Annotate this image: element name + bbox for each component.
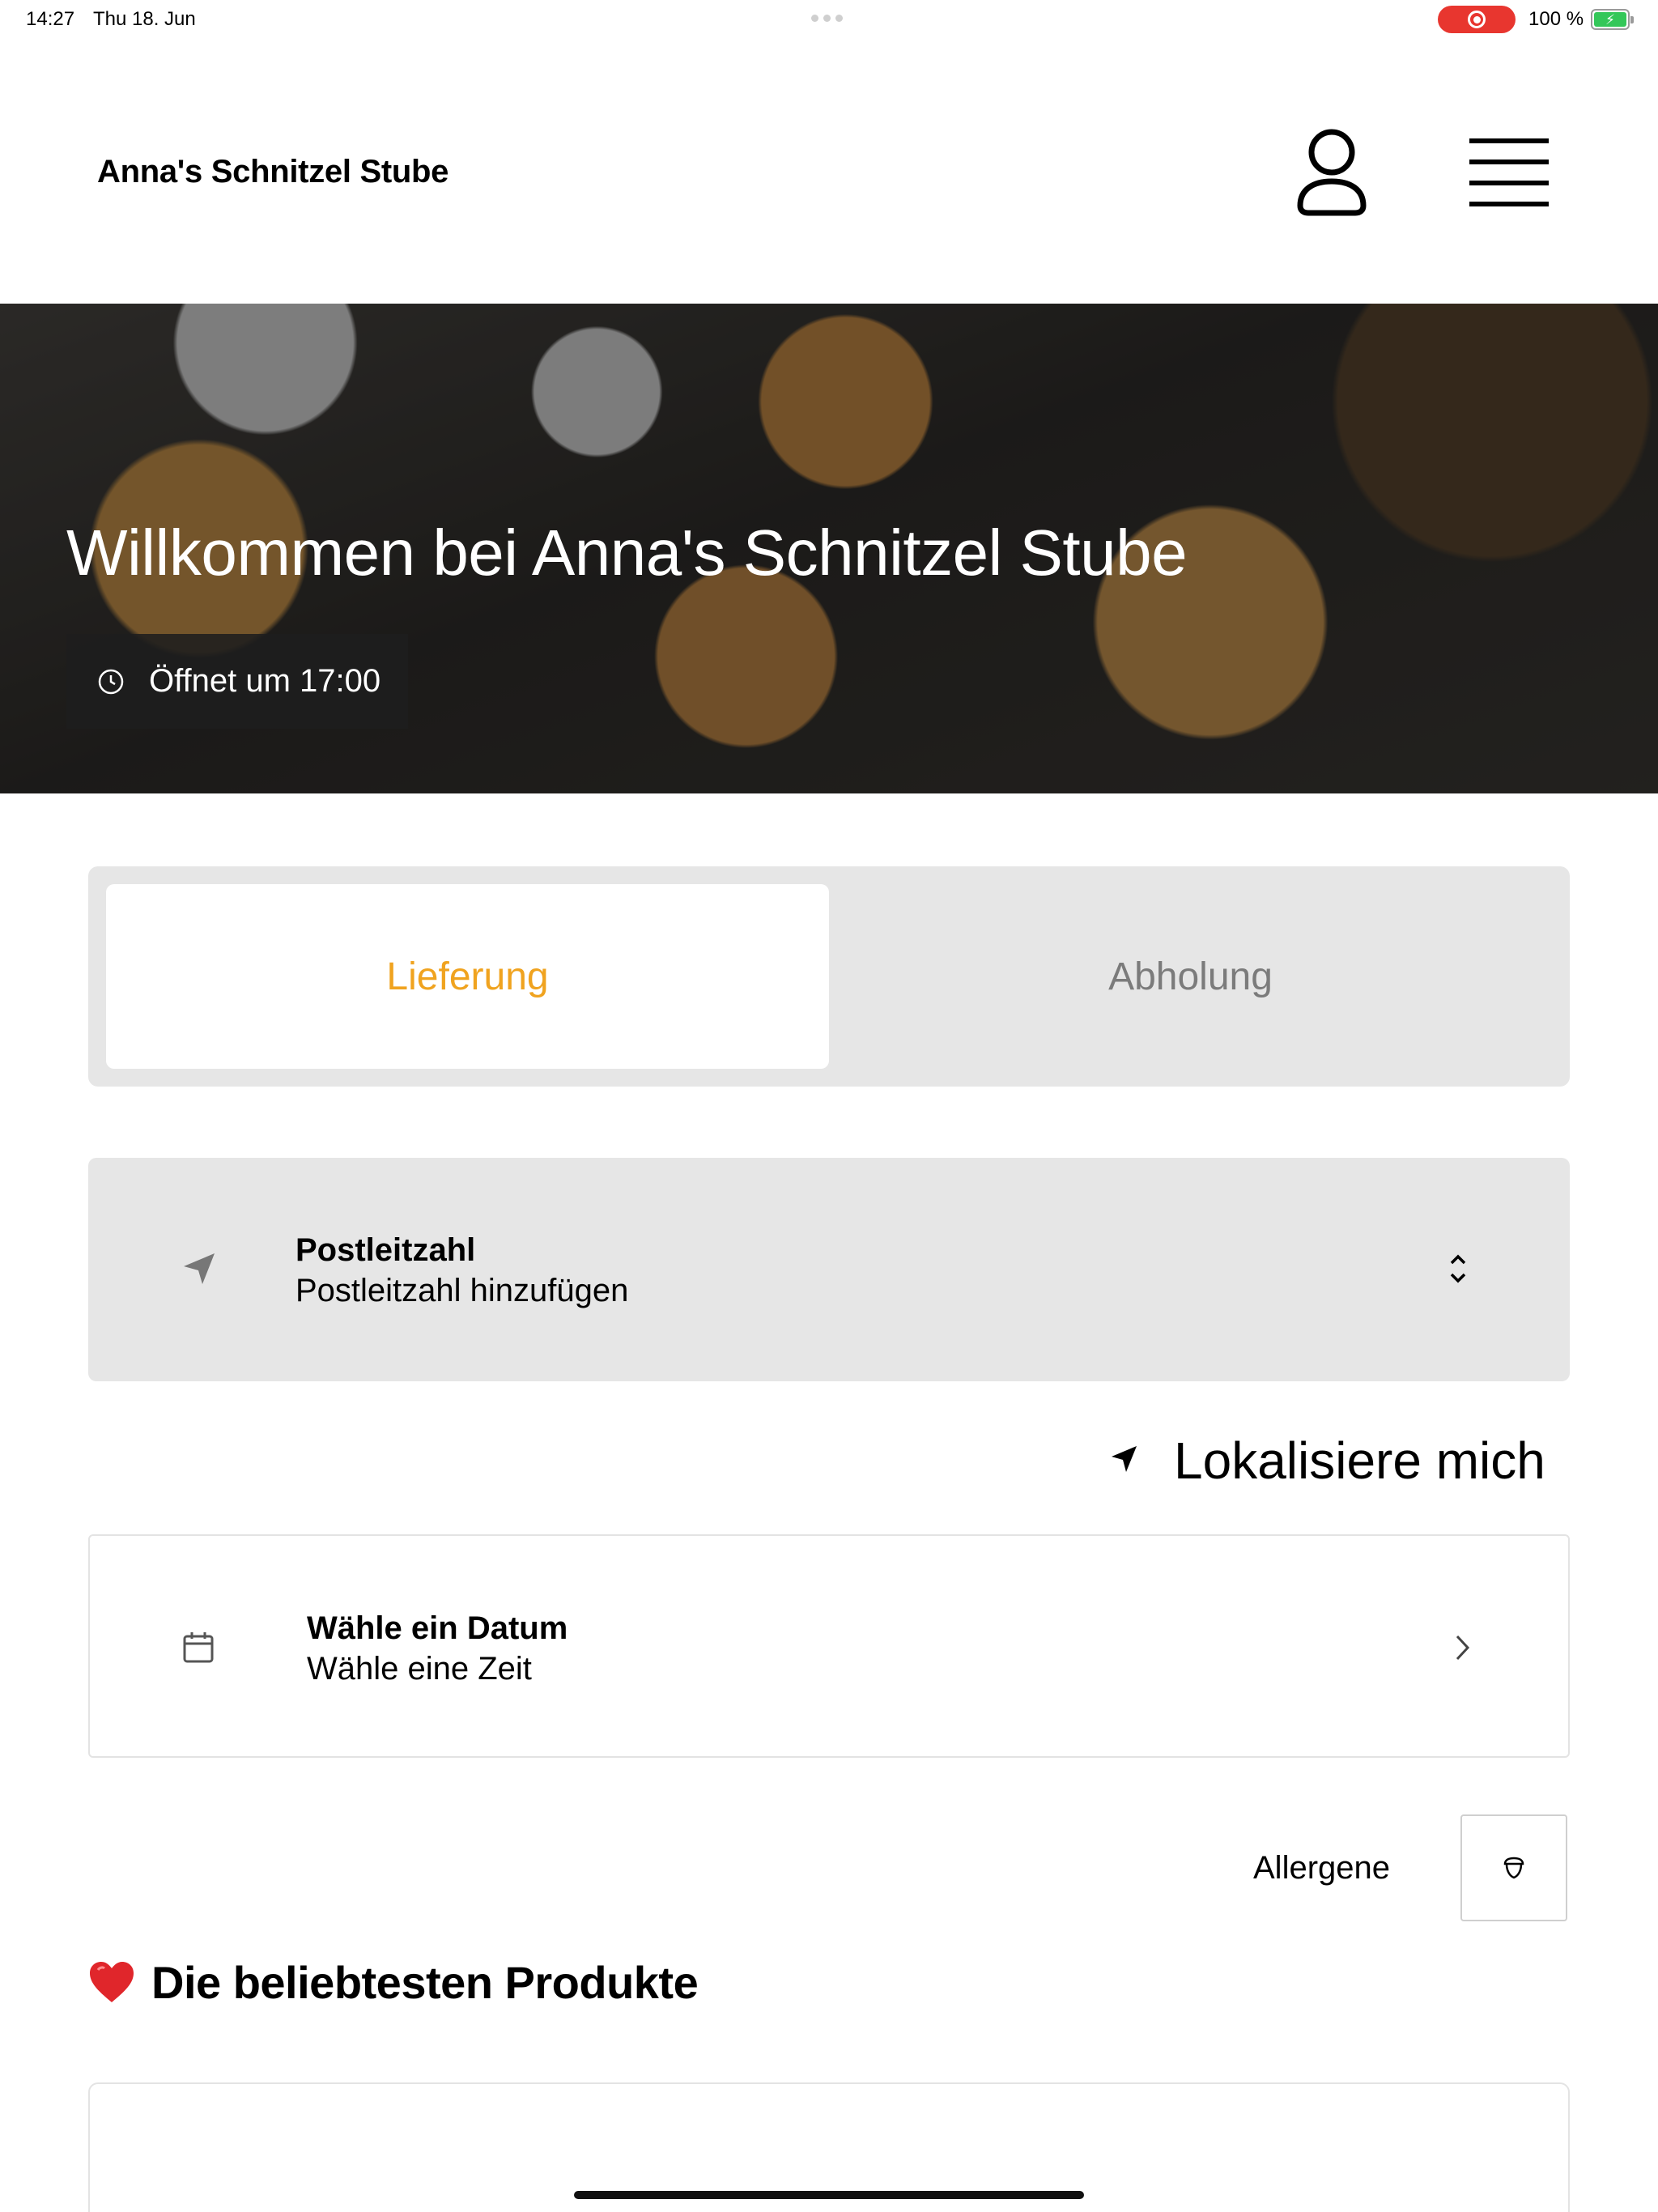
status-time: 14:27	[26, 8, 75, 30]
locate-me-label: Lokalisiere mich	[1174, 1431, 1545, 1490]
postcode-label: Postleitzahl	[295, 1232, 476, 1268]
tab-pickup[interactable]: Abholung	[829, 884, 1552, 1069]
chevron-right-icon	[1456, 1635, 1470, 1661]
app-header: Anna's Schnitzel Stube	[0, 40, 1658, 304]
time-value: Wähle eine Zeit	[307, 1651, 532, 1687]
multitasking-dots-icon[interactable]	[811, 15, 843, 22]
heart-icon	[90, 1962, 134, 2002]
calendar-icon	[183, 1632, 214, 1663]
popular-products-title: Die beliebtesten Produkte	[151, 1956, 699, 2008]
date-label: Wähle ein Datum	[307, 1610, 568, 1646]
chevron-up-down-icon	[1450, 1254, 1466, 1283]
user-icon	[1297, 129, 1367, 216]
menu-button[interactable]	[1461, 132, 1557, 213]
account-button[interactable]	[1291, 124, 1372, 221]
screen-recording-icon[interactable]	[1438, 6, 1516, 33]
status-date: Thu 18. Jun	[93, 8, 196, 30]
home-indicator[interactable]	[574, 2191, 1084, 2199]
location-arrow-icon	[1112, 1446, 1137, 1472]
battery-icon: ⚡	[1591, 9, 1634, 30]
hamburger-menu-icon	[1469, 138, 1549, 206]
hero-banner: Willkommen bei Anna's Schnitzel Stube Öf…	[0, 304, 1658, 793]
postcode-selector[interactable]: Postleitzahl Postleitzahl hinzufügen	[88, 1158, 1570, 1381]
allergens-button[interactable]	[1460, 1814, 1567, 1921]
tab-delivery[interactable]: Lieferung	[106, 884, 829, 1069]
opening-hours-badge: Öffnet um 17:00	[66, 634, 408, 729]
status-bar: 14:27 Thu 18. Jun 100 % ⚡	[0, 0, 1658, 40]
postcode-value: Postleitzahl hinzufügen	[295, 1273, 629, 1308]
restaurant-name[interactable]: Anna's Schnitzel Stube	[97, 154, 449, 190]
hero-title: Willkommen bei Anna's Schnitzel Stube	[66, 517, 1188, 589]
clock-icon	[98, 669, 124, 694]
location-arrow-icon	[184, 1253, 215, 1284]
date-time-selector[interactable]: Wähle ein Datum Wähle eine Zeit	[88, 1534, 1570, 1758]
locate-me-button[interactable]: Lokalisiere mich	[1109, 1429, 1571, 1494]
popular-products-heading: Die beliebtesten Produkte	[88, 1954, 699, 2010]
allergens-label: Allergene	[1253, 1850, 1391, 1886]
battery-percent: 100 %	[1528, 8, 1584, 30]
opening-hours-text: Öffnet um 17:00	[149, 663, 381, 699]
order-mode-toggle: Lieferung Abholung	[88, 866, 1570, 1087]
acorn-icon	[1503, 1857, 1524, 1879]
